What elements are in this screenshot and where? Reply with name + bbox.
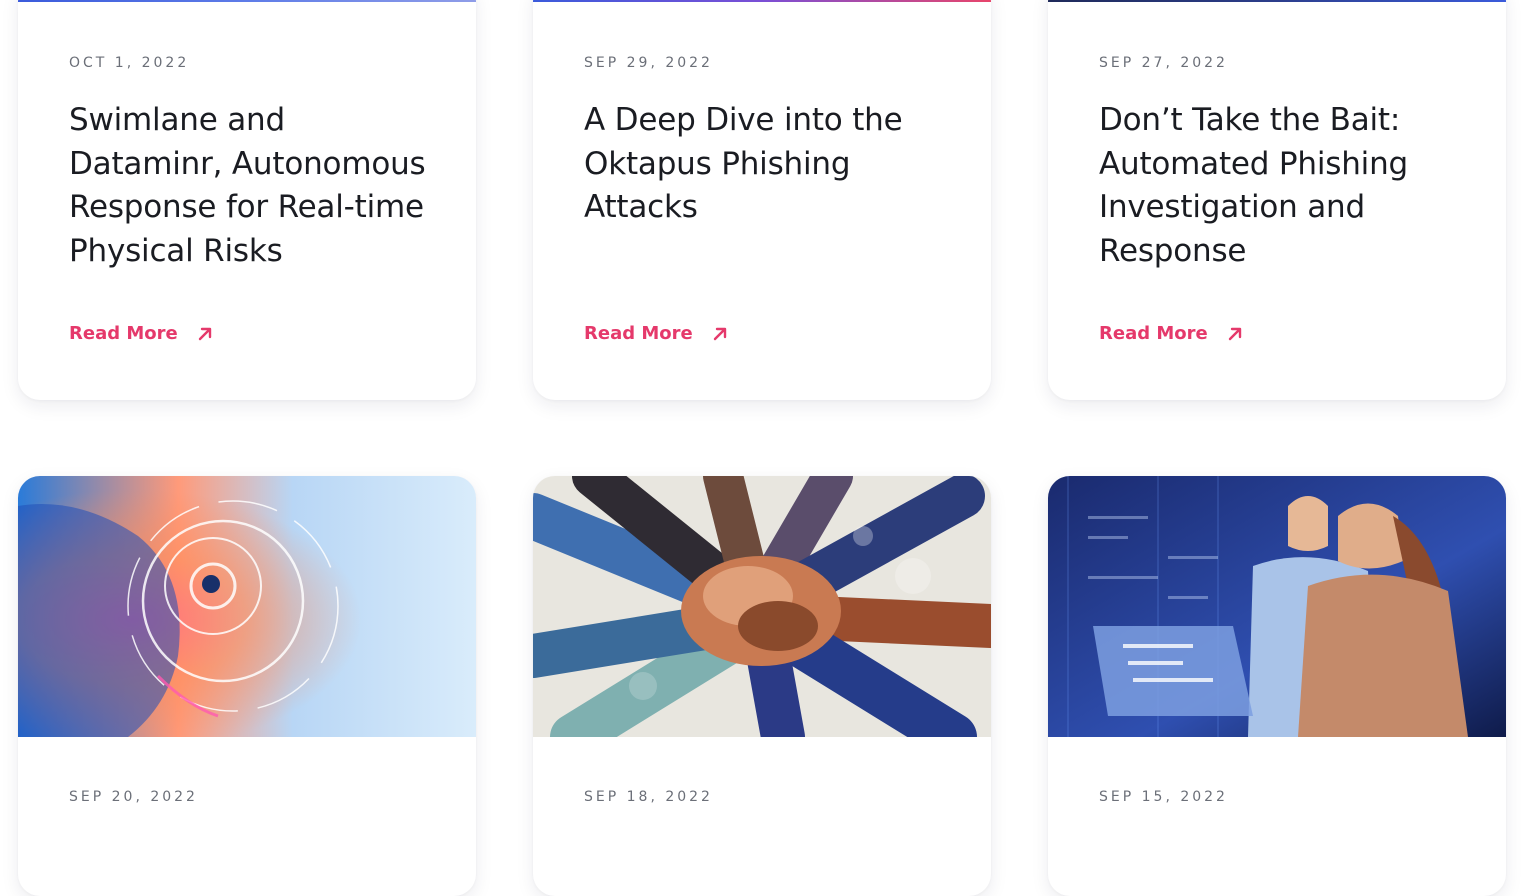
- blog-card[interactable]: SEP 18, 2022: [533, 476, 991, 896]
- post-date: SEP 29, 2022: [584, 55, 713, 71]
- post-date: SEP 27, 2022: [1099, 55, 1228, 71]
- post-date: OCT 1, 2022: [69, 55, 190, 71]
- post-date: SEP 20, 2022: [69, 789, 198, 805]
- post-title[interactable]: A Deep Dive into the Oktapus Phishing At…: [584, 99, 954, 230]
- card-top-accent-line: [18, 0, 476, 2]
- read-more-label: Read More: [1099, 323, 1208, 344]
- blog-card[interactable]: OCT 1, 2022 Swimlane and Dataminr, Auton…: [18, 0, 476, 400]
- read-more-link[interactable]: Read More: [69, 323, 214, 344]
- team-hands-together-image[interactable]: [533, 476, 991, 737]
- arrow-up-right-icon: [198, 327, 211, 340]
- card-top-accent-line: [1048, 0, 1506, 2]
- post-date: SEP 18, 2022: [584, 789, 713, 805]
- blog-card[interactable]: SEP 27, 2022 Don’t Take the Bait: Automa…: [1048, 0, 1506, 400]
- arrow-up-right-icon: [1228, 327, 1241, 340]
- futuristic-eye-hud-image[interactable]: [18, 476, 476, 737]
- blog-card[interactable]: SEP 20, 2022: [18, 476, 476, 896]
- read-more-link[interactable]: Read More: [1099, 323, 1244, 344]
- read-more-link[interactable]: Read More: [584, 323, 729, 344]
- card-top-accent-line: [533, 0, 991, 2]
- arrow-up-right-icon: [713, 327, 726, 340]
- post-title[interactable]: Swimlane and Dataminr, Autonomous Respon…: [69, 99, 439, 273]
- blog-card[interactable]: SEP 29, 2022 A Deep Dive into the Oktapu…: [533, 0, 991, 400]
- post-date: SEP 15, 2022: [1099, 789, 1228, 805]
- read-more-label: Read More: [69, 323, 178, 344]
- blog-card[interactable]: SEP 15, 2022: [1048, 476, 1506, 896]
- read-more-label: Read More: [584, 323, 693, 344]
- engineers-with-laptop-server-room-image[interactable]: [1048, 476, 1506, 737]
- post-title[interactable]: Don’t Take the Bait: Automated Phishing …: [1099, 99, 1469, 273]
